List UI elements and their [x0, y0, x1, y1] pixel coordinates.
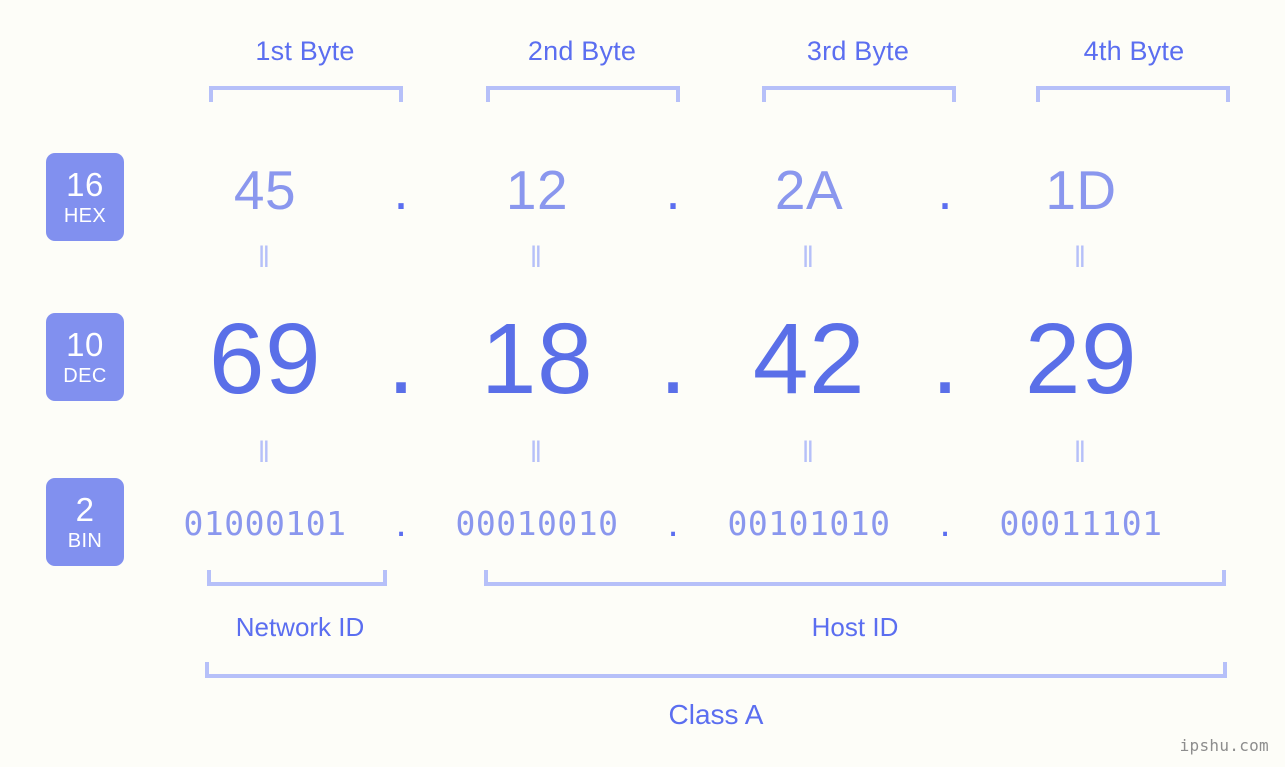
equals-separator-row-hex-dec: ‖ ‖ ‖ ‖	[160, 243, 1250, 273]
equals-mark-dec-bin-2: ‖	[529, 436, 545, 469]
bin-octet-3: 00101010	[727, 503, 891, 543]
radix-badge-hex-name: HEX	[63, 205, 107, 227]
site-watermark: ipshu.com	[1179, 736, 1269, 755]
bin-dot-3: .	[939, 501, 951, 545]
hex-octet-2: 12	[505, 159, 569, 221]
equals-gap	[914, 438, 976, 468]
dec-octet-4: 29	[1024, 302, 1138, 415]
dec-value-row: 69 . 18 . 42 . 29	[160, 300, 1250, 418]
radix-badge-bin-number: 2	[75, 491, 95, 528]
equals-gap	[370, 243, 432, 273]
hex-dot-3: .	[937, 158, 953, 221]
equals-gap	[642, 243, 704, 273]
byte-header-label-3: 3rd Byte	[806, 36, 910, 66]
radix-badge-bin: 2 BIN	[46, 478, 124, 566]
host-id-bracket	[484, 570, 1226, 586]
hex-octet-4: 1D	[1045, 159, 1117, 221]
byte-header-label-4: 4th Byte	[1083, 36, 1185, 66]
radix-badge-dec-name: DEC	[63, 365, 107, 387]
dec-octet-3: 42	[752, 302, 866, 415]
hex-octet-3: 2A	[774, 159, 844, 221]
hex-dot-1: .	[393, 158, 409, 221]
equals-mark-dec-bin-1: ‖	[257, 436, 273, 469]
byte-bracket-2	[486, 86, 680, 102]
equals-separator-row-dec-bin: ‖ ‖ ‖ ‖	[160, 438, 1250, 468]
byte-header-label-1: 1st Byte	[255, 36, 355, 66]
network-id-bracket	[207, 570, 387, 586]
dec-octet-1: 69	[208, 302, 322, 415]
radix-badge-dec: 10 DEC	[46, 313, 124, 401]
bin-octet-1: 01000101	[183, 503, 347, 543]
host-id-label: Host ID	[811, 612, 899, 642]
equals-gap	[914, 243, 976, 273]
dec-octet-2: 18	[480, 302, 594, 415]
bin-value-row: 01000101 . 00010010 . 00101010 . 0001110…	[160, 495, 1250, 551]
hex-value-row: 45 . 12 . 2A . 1D	[160, 152, 1250, 228]
dec-dot-3: .	[931, 302, 959, 415]
byte-header-label-2: 2nd Byte	[527, 36, 637, 66]
byte-bracket-3	[762, 86, 956, 102]
equals-mark-hex-dec-1: ‖	[257, 241, 273, 274]
radix-badge-dec-number: 10	[66, 326, 104, 363]
dec-dot-2: .	[659, 302, 687, 415]
equals-gap	[642, 438, 704, 468]
network-id-label: Network ID	[235, 612, 365, 642]
bin-dot-1: .	[395, 501, 407, 545]
radix-badge-hex-number: 16	[66, 166, 104, 203]
bin-dot-2: .	[667, 501, 679, 545]
byte-bracket-1	[209, 86, 403, 102]
equals-gap	[370, 438, 432, 468]
radix-badge-bin-name: BIN	[67, 530, 103, 552]
class-bracket	[205, 662, 1227, 678]
equals-mark-hex-dec-3: ‖	[801, 241, 817, 274]
ip-address-breakdown-diagram: 1st Byte 2nd Byte 3rd Byte 4th Byte 16 H…	[0, 0, 1285, 767]
bin-octet-4: 00011101	[999, 503, 1163, 543]
equals-mark-hex-dec-2: ‖	[529, 241, 545, 274]
dec-dot-1: .	[387, 302, 415, 415]
class-label: Class A	[668, 699, 764, 730]
equals-mark-hex-dec-4: ‖	[1073, 241, 1089, 274]
equals-mark-dec-bin-3: ‖	[801, 436, 817, 469]
byte-bracket-4	[1036, 86, 1230, 102]
radix-badge-hex: 16 HEX	[46, 153, 124, 241]
bin-octet-2: 00010010	[455, 503, 619, 543]
hex-octet-1: 45	[233, 159, 297, 221]
equals-mark-dec-bin-4: ‖	[1073, 436, 1089, 469]
hex-dot-2: .	[665, 158, 681, 221]
